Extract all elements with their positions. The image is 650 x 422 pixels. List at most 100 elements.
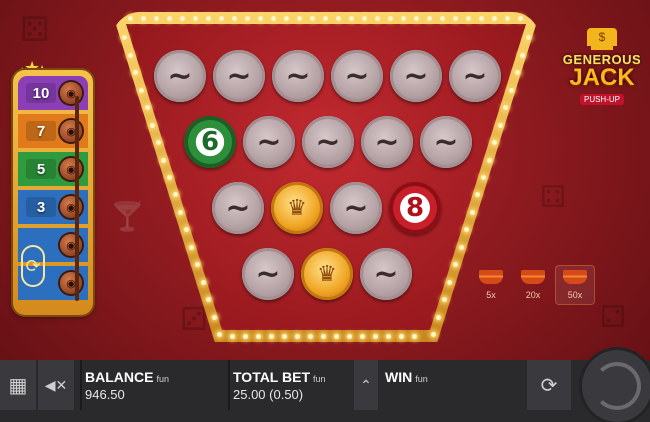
frame-bulb [458,244,464,250]
frame-bulb [514,70,520,76]
spin-icon [593,362,641,410]
autoplay-icon: ⟳ [540,374,558,397]
spin-button[interactable] [582,350,650,422]
frame-bulb [200,279,206,285]
empty-chip: ~ [242,248,294,300]
frame-bulb [360,334,365,339]
empty-chip: ~ [330,182,382,234]
frame-bulb [219,16,224,21]
frame-bulb [497,122,503,128]
frame-bulb [128,16,133,21]
frame-bulb [349,16,354,21]
frame-bulb [430,332,436,338]
frame-bulb [412,334,417,339]
ladder-rung-label: 10 [26,83,56,103]
frame-bulb [297,16,302,21]
frame-bulb [323,16,328,21]
frame-bulb [525,35,531,41]
empty-chip: ~ [213,50,265,102]
frame-bulb [520,52,526,58]
empty-chip: ~ [212,182,264,234]
frame-bulb [144,105,150,111]
green-chip: 6 [184,116,236,168]
empty-chip: ~ [360,248,412,300]
background-cocktail-icon: 🍸 [110,200,145,233]
frame-bulb [161,157,167,163]
cup-icon [479,270,503,284]
cup-icon [521,270,545,284]
background-dice-icon: ⚁ [600,300,627,335]
frame-bulb [138,87,144,93]
frame-bulb [386,334,391,339]
frame-bulb [362,16,367,21]
frame-bulb [284,16,289,21]
frame-bulb [127,52,133,58]
background-dice-icon: ⚃ [540,180,567,215]
multiplier-label: 50x [567,290,583,300]
frame-bulb [295,334,300,339]
frame-bulb [167,175,172,180]
game-logo: $ GENEROUS JACK PUSH-UP [560,28,644,108]
bottom-bar: ▦ ◀✕ BALANCE fun 946.50 TOTAL BET fun 25.0… [0,360,650,422]
logo-main-text: JACK [569,64,635,91]
gold-jack-coin-icon: ♛ [301,248,353,300]
frame-bulb [375,16,380,21]
frame-bulb [230,334,235,339]
frame-bulb [486,157,492,163]
sound-button[interactable]: ◀✕ [38,360,74,410]
autoplay-button[interactable]: ⟳ [527,360,571,410]
divider [228,360,230,410]
frame-bulb [373,334,378,339]
frame-bulb [180,16,185,21]
frame-bulb [453,16,458,21]
balance-value: 946.50 [85,387,125,402]
frame-bulb [336,16,341,21]
frame-bulb [154,16,159,21]
top-hat-icon: $ [587,28,617,46]
frame-bulb [466,16,471,21]
frame-bulb [469,209,475,215]
frame-bulb [155,140,161,146]
empty-chip: ~ [420,116,472,168]
frame-bulb [269,334,274,339]
frame-bulb [414,16,419,21]
frame-bulb [347,334,352,339]
total-bet-value: 25.00 (0.50) [233,387,304,402]
frame-bulb [206,16,211,21]
chevron-up-icon: ⌃ [360,376,372,393]
frame-bulb [334,334,339,339]
frame-bulb [141,16,146,21]
empty-chip: ~ [390,50,442,102]
background-dice-icon: ⚄ [20,10,50,50]
bet-increase-button[interactable]: ⌃ [354,360,378,410]
empty-chip: ~ [302,116,354,168]
frame-bulb [256,334,261,339]
frame-bulb [150,122,156,128]
empty-chip: ~ [243,116,295,168]
frame-bulb [479,16,484,21]
multiplier-label: 20x [525,290,541,300]
frame-bulb [436,314,442,320]
logo-sub-text: PUSH-UP [579,94,624,105]
frame-bulb [282,334,287,339]
red-chip: 8 [389,182,441,234]
multiplier-50x[interactable]: 50x [556,266,594,304]
multiplier-20x[interactable]: 20x [514,266,552,304]
frame-bulb [271,16,276,21]
ladder-rung-label: 3 [26,197,56,217]
multiplier-ladder: 10 ◉ 7 ◉ 5 ◉ 3 ◉ ◉ ◉ ⟳ [13,70,93,315]
frame-bulb [308,334,313,339]
ladder-rung-label: 7 [26,121,56,141]
frame-bulb [492,16,497,21]
empty-chip: ~ [272,50,324,102]
frame-bulb [321,334,326,339]
frame-bulb [399,334,404,339]
frame-bulb [388,16,393,21]
menu-button[interactable]: ▦ [0,360,36,410]
frame-bulb [310,16,315,21]
frame-bulb [518,16,523,21]
cup-icon [563,270,587,284]
multiplier-5x[interactable]: 5x [472,266,510,304]
empty-chip: ~ [331,50,383,102]
frame-bulb [481,175,486,180]
